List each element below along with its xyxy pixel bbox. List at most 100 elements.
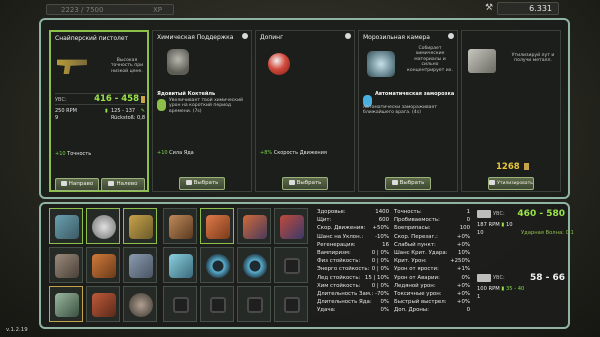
stat-label: Быстрый выстрел: — [394, 299, 447, 306]
equipped-slot[interactable] — [123, 208, 157, 244]
inventory-slot[interactable] — [237, 208, 271, 244]
stat-value: 0 | 0% — [371, 249, 389, 256]
chip-icon — [284, 258, 300, 274]
stat-label: Физ стойкость: — [317, 258, 361, 265]
capsule-icon — [169, 254, 193, 278]
version-label: v.1.2.19 — [6, 327, 28, 333]
stat-value: 0 | 0% — [371, 266, 389, 273]
doping-card[interactable]: Допинг +8% Скорость Движения Выбрать — [255, 30, 355, 192]
inventory-slot[interactable] — [200, 208, 234, 244]
stat-row: Урон от ярости: +1% — [394, 265, 470, 273]
mag-value: 9 — [55, 115, 59, 121]
rpm-row: 100 RPM ▮ 35 - 40 — [477, 286, 524, 292]
equipped-slot[interactable] — [123, 286, 157, 322]
inventory-slot[interactable] — [163, 247, 197, 283]
select-button[interactable]: Выбрать — [282, 177, 328, 190]
inventory-slot[interactable] — [274, 208, 308, 244]
recycle-button[interactable]: Утилизировать — [488, 177, 534, 190]
chip-icon — [210, 297, 226, 313]
ability-icon — [157, 99, 166, 111]
equipped-slot[interactable] — [49, 247, 83, 283]
card-bonus: +10 Сила Яда — [157, 150, 194, 156]
xp-bar: 2223 / 7500 XP — [46, 4, 174, 15]
weapon-card[interactable]: Снайперский пистолет Высокая точность пр… — [49, 30, 149, 192]
inventory-slot[interactable] — [200, 286, 234, 322]
ammo-icon: ▮ — [501, 222, 505, 228]
recoil-value: Rückstoß: 0,8 — [110, 115, 145, 121]
card-title: Химическая Поддержка — [157, 34, 234, 41]
stat-row: Доп. Дроны: 0 — [394, 306, 470, 314]
equipped-slot[interactable] — [86, 286, 120, 322]
stat-label: Удача: — [317, 307, 336, 314]
inventory-slot[interactable] — [274, 247, 308, 283]
equipped-slot[interactable] — [49, 208, 83, 244]
stat-label: Урон от Аварии: — [394, 274, 440, 281]
stat-row: Удача: 0% — [317, 306, 389, 314]
right-hand-button[interactable]: Направо — [55, 178, 99, 191]
stat-label: Здоровье: — [317, 209, 346, 215]
stat-value: 0 — [466, 307, 470, 314]
rpm-row: 187 RPM ▮ 10 — [477, 222, 513, 228]
special-value: Ударная Волна: 0.1 — [521, 230, 574, 236]
stat-value: +50% — [372, 225, 390, 232]
damage-label: УВС: — [493, 275, 505, 281]
stat-label: Регенерация: — [317, 241, 356, 248]
stat-label: Ледяной урон: — [394, 282, 436, 289]
inventory-slot[interactable] — [200, 247, 234, 283]
card-description: Высокая точность при низкой цене. — [110, 58, 144, 74]
stat-value: 15 | 10% — [364, 274, 389, 281]
equipped-slot[interactable] — [123, 247, 157, 283]
stat-row: Скор. Движения: +50% — [317, 224, 389, 232]
currency-display: ⚒ 6.331 — [485, 2, 559, 15]
mag-row: 1 — [477, 294, 480, 300]
inventory-slot[interactable] — [163, 208, 197, 244]
inventory-slot[interactable] — [237, 286, 271, 322]
rpm-value: 100 RPM — [477, 286, 500, 292]
ammo-value: 10 — [505, 222, 513, 228]
currency-value: 6.331 — [529, 4, 552, 13]
stat-value: +0% — [456, 299, 470, 306]
stat-value: 0 | 0% — [371, 282, 389, 289]
drone-icon — [477, 274, 491, 282]
ammo-value: 125 - 137 — [111, 108, 136, 114]
inventory-slot[interactable] — [163, 286, 197, 322]
stat-row: Регенерация: 16 — [317, 241, 389, 249]
spider-drone-icon — [129, 293, 153, 317]
stat-row: Шанс на Уклон.: -10% — [317, 233, 389, 241]
equipped-slot[interactable] — [86, 247, 120, 283]
stat-row: Точность: 1 — [394, 208, 470, 216]
freezer-icon — [367, 51, 395, 77]
chemical-support-card[interactable]: Химическая Поддержка Ядовитый Коктейль У… — [152, 30, 252, 192]
bolt-icon — [523, 163, 529, 170]
stat-value: 600 — [378, 217, 389, 224]
stat-row: Быстрый выстрел: +0% — [394, 298, 470, 306]
chip-icon — [247, 297, 263, 313]
inventory-slot[interactable] — [237, 247, 271, 283]
stat-row: Урон от Аварии: 0% — [394, 274, 470, 282]
recycle-value-row: 1268 — [496, 162, 529, 172]
inventory-slot[interactable] — [274, 286, 308, 322]
stat-value: 0% — [380, 307, 389, 314]
chip-icon — [284, 297, 300, 313]
select-button[interactable]: Выбрать — [179, 177, 225, 190]
recycle-card[interactable]: Утилизируй лут и получи металл. 1268 Ути… — [461, 30, 561, 192]
ammo-icon: ▮ — [501, 286, 505, 292]
freezer-card[interactable]: Морозильная камера Собирает химические м… — [358, 30, 458, 192]
equipped-slot[interactable] — [86, 208, 120, 244]
rifle-icon — [477, 210, 491, 218]
bonus-text: Скорость Движения — [273, 150, 327, 156]
recycle-value: 1268 — [496, 162, 520, 172]
stat-value: 100 — [459, 225, 470, 232]
stat-value: +0% — [456, 282, 470, 289]
stat-value: +250% — [450, 258, 470, 265]
rifle-icon — [55, 215, 79, 239]
ammo-value: 35 - 40 — [505, 286, 525, 292]
button-label: Утилизировать — [497, 181, 533, 186]
card-bonus: +10 Точность — [55, 151, 91, 157]
equipped-slot[interactable] — [49, 286, 83, 322]
button-label: Выбрать — [193, 180, 219, 186]
primary-weapon-stats: УВС: 460 - 580 187 RPM ▮ 10 10 Ударная В… — [475, 208, 574, 260]
left-hand-button[interactable]: Налево — [101, 178, 145, 191]
secondary-weapon-stats: УВС: 58 - 66 100 RPM ▮ 35 - 40 1 — [475, 272, 569, 324]
select-button[interactable]: Выбрать — [385, 177, 431, 190]
